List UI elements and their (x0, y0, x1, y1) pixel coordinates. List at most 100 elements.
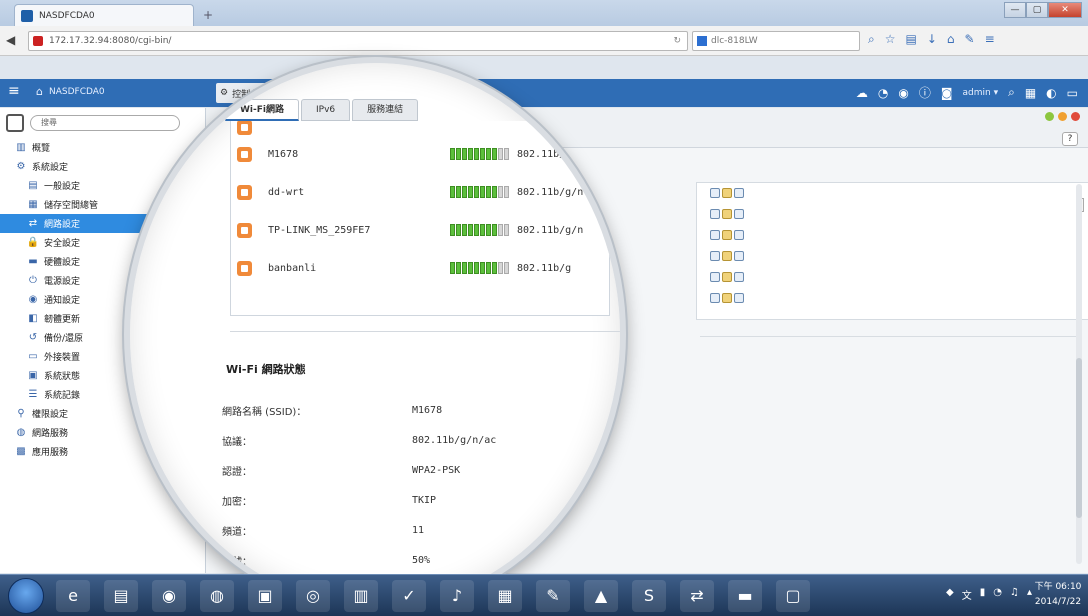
wifi-status-table: 網路名稱 (SSID)： M1678 協議： 802.11b/g/n/ac 認證： WPA… (222, 395, 552, 575)
signal-bar (504, 224, 509, 236)
sidebar-item-label: 網路設定 (44, 220, 81, 230)
panel-scrollbar-thumb[interactable] (1076, 358, 1082, 518)
background-task-icon[interactable]: ◔ (878, 86, 888, 100)
delete-icon[interactable] (734, 272, 744, 282)
overview-square-icon[interactable] (6, 114, 24, 132)
bookmark-star-icon[interactable]: ☆ (885, 32, 896, 47)
tray-volume-icon[interactable]: ♫ (1010, 587, 1019, 602)
delete-icon[interactable] (734, 251, 744, 261)
tray-app-icon[interactable]: ◆ (946, 587, 954, 602)
edit-icon[interactable] (722, 230, 732, 240)
dashboard-icon[interactable]: ▭ (1067, 86, 1078, 100)
media-player-icon[interactable]: ♪ (440, 580, 474, 612)
app-red-icon[interactable]: ▥ (344, 580, 378, 612)
close-window-button[interactable]: ✕ (1048, 2, 1082, 18)
network-app-icon[interactable]: ⇄ (680, 580, 714, 612)
edit-icon[interactable] (722, 188, 732, 198)
menu-icon[interactable]: ≡ (985, 32, 995, 47)
close-dot-icon[interactable] (1071, 112, 1080, 121)
sidebar-item-label: 通知設定 (44, 296, 81, 306)
start-button[interactable] (8, 578, 44, 614)
delete-icon[interactable] (734, 293, 744, 303)
home-icon[interactable]: ⌂ (947, 32, 955, 47)
connect-icon[interactable] (710, 230, 720, 240)
status-label: 加密： (222, 496, 252, 508)
connect-icon[interactable] (710, 188, 720, 198)
minimize-button[interactable]: — (1004, 2, 1026, 18)
explorer-icon[interactable]: ▤ (104, 580, 138, 612)
vlc-icon[interactable]: ▲ (584, 580, 618, 612)
minimize-dot-icon[interactable] (1058, 112, 1067, 121)
wifi-network-row[interactable]: banbanli 802.11b/g (231, 249, 609, 287)
user-avatar-icon[interactable]: ◙ (941, 86, 953, 100)
app-green-icon[interactable]: ✓ (392, 580, 426, 612)
tab-0[interactable]: Wi-Fi網路 (225, 99, 299, 121)
edit-icon[interactable] (722, 209, 732, 219)
reload-icon[interactable]: ↻ (673, 36, 681, 46)
firefox-icon[interactable]: ◉ (152, 580, 186, 612)
tray-network-icon[interactable]: ◔ (993, 587, 1002, 602)
sidebar-item-label: 權限設定 (32, 410, 69, 420)
search-engine-icon[interactable] (697, 36, 707, 46)
signal-bar (462, 186, 467, 198)
skype-icon[interactable]: S (632, 580, 666, 612)
resource-monitor-icon[interactable]: ◐ (1046, 86, 1056, 100)
wifi-network-row[interactable]: TP-LINK_MS_259FE7 802.11b/g/n (231, 211, 609, 249)
app-blue-icon[interactable]: ▣ (248, 580, 282, 612)
ie-icon[interactable]: e (56, 580, 90, 612)
connect-icon[interactable] (710, 272, 720, 282)
edit-icon[interactable] (722, 251, 732, 261)
wifi-network-row[interactable]: M1678 802.11b/g/n/ac (231, 135, 609, 173)
chrome-icon[interactable]: ◎ (296, 580, 330, 612)
connect-icon[interactable] (710, 293, 720, 303)
app-grid-icon[interactable]: ▦ (488, 580, 522, 612)
edit-icon[interactable] (722, 293, 732, 303)
new-tab-icon[interactable]: + (200, 8, 216, 22)
app-orange-icon[interactable]: ◍ (200, 580, 234, 612)
signal-bar (492, 224, 497, 236)
cloud-icon[interactable]: ☁ (856, 86, 868, 100)
connect-icon[interactable] (710, 209, 720, 219)
pen-icon[interactable]: ✎ (536, 580, 570, 612)
search-bar[interactable]: dlc-818LW (692, 31, 860, 51)
tab-1[interactable]: IPv6 (300, 99, 351, 121)
taskbar-apps: e ▤ ◉ ◍ ▣ ◎ ▥ ✓ ♪ ▦ ✎ ▲ S ⇄ ▬ ▢ (56, 580, 810, 612)
tray-up-icon[interactable]: ▴ (1027, 587, 1032, 602)
edit-icon[interactable] (722, 272, 732, 282)
tab-2[interactable]: 服務連結 (352, 99, 419, 121)
search-icon[interactable]: ⌕ (1008, 85, 1015, 100)
chart-icon: ▥ (16, 142, 26, 153)
taskbar-clock[interactable]: 下午 06:10 2014/7/22 (1034, 580, 1082, 610)
bookmarks-icon[interactable]: ▤ (906, 32, 917, 47)
notification-icon[interactable]: ⓘ (919, 84, 931, 101)
browser-tab[interactable]: NASDFCDA0 (14, 4, 194, 26)
terminal-icon[interactable]: ▬ (728, 580, 762, 612)
search-icon[interactable]: ⌕ (868, 32, 875, 47)
status-row: 訊號： 50% (222, 545, 552, 575)
options-icon[interactable]: ▦ (1025, 86, 1036, 100)
back-arrow-icon[interactable]: ◀ (6, 33, 22, 49)
clock-date: 2014/7/22 (1034, 597, 1082, 607)
tray-flag-icon[interactable]: ▮ (980, 587, 986, 602)
delete-icon[interactable] (734, 209, 744, 219)
user-menu[interactable]: admin ▾ (963, 88, 999, 98)
app-home-button[interactable]: ⌂ NASDFCDA0 (36, 85, 105, 98)
delete-icon[interactable] (734, 188, 744, 198)
connect-icon[interactable] (710, 251, 720, 261)
delete-icon[interactable] (734, 230, 744, 240)
main-menu-icon[interactable]: ≡ (8, 83, 26, 101)
site-info-icon[interactable] (33, 36, 43, 46)
download-icon[interactable]: ↓ (927, 32, 937, 47)
section-divider (700, 336, 1080, 337)
app-window-icon[interactable]: ▢ (776, 580, 810, 612)
restore-dot-icon[interactable] (1045, 112, 1054, 121)
signal-bar (492, 186, 497, 198)
row-action-group (710, 209, 744, 219)
external-device-icon[interactable]: ◉ (898, 86, 908, 100)
help-button[interactable]: ? (1062, 132, 1078, 146)
wifi-network-row[interactable]: dd-wrt 802.11b/g/n (231, 173, 609, 211)
maximize-button[interactable]: ▢ (1026, 2, 1048, 18)
ime-icon[interactable]: 文 (962, 587, 972, 602)
url-bar[interactable]: 172.17.32.94:8080/cgi-bin/ ↻ (28, 31, 688, 51)
extension-icon[interactable]: ✎ (965, 32, 975, 47)
